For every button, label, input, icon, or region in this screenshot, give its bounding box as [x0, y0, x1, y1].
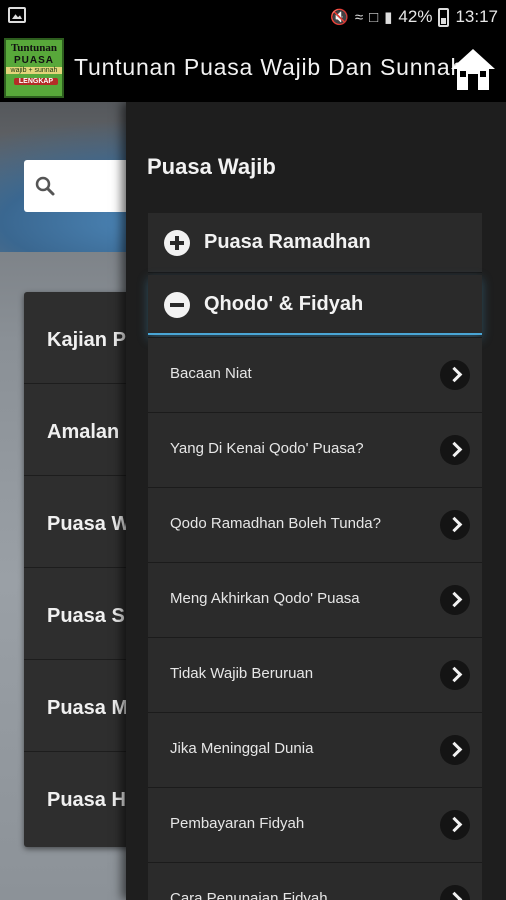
drawer-title: Puasa Wajib	[147, 154, 276, 179]
clock: 13:17	[455, 7, 498, 26]
group-label: Puasa Ramadhan	[204, 231, 371, 253]
chevron-right-icon	[440, 660, 470, 690]
list-item[interactable]: Meng Akhirkan Qodo' Puasa	[148, 562, 482, 637]
status-bar: 🔇 ≈ □ ▮ 42% 13:17	[0, 0, 506, 34]
list-item[interactable]: Tidak Wajib Beruruan	[148, 637, 482, 712]
group-puasa-ramadhan[interactable]: Puasa Ramadhan	[148, 213, 482, 273]
home-icon	[451, 49, 495, 90]
battery-icon	[438, 7, 450, 27]
list-item-label: Bacaan Niat	[170, 365, 252, 382]
list-item-label: Cara Penunaian Fidyah	[170, 890, 328, 900]
chevron-right-icon	[440, 510, 470, 540]
logo-line-2: PUASA	[13, 55, 54, 66]
list-item[interactable]: Qodo Ramadhan Boleh Tunda?	[148, 487, 482, 562]
home-button[interactable]	[448, 44, 498, 94]
chevron-right-icon	[440, 810, 470, 840]
main-menu-label: Amalan	[47, 421, 120, 443]
main-menu-label: Puasa W	[47, 513, 131, 535]
chevron-right-icon	[440, 360, 470, 390]
search-icon	[35, 176, 55, 196]
chevron-right-icon	[440, 885, 470, 900]
main-menu-label: Puasa H	[47, 789, 126, 811]
app-bar: Tuntunan PUASA wajib + sunnah LENGKAP Tu…	[0, 34, 506, 102]
group-qhodo-fidyah[interactable]: Qhodo' & Fidyah	[148, 275, 482, 335]
logo-line-3: wajib + sunnah	[6, 67, 62, 74]
navigation-drawer: Puasa Wajib Puasa Ramadhan Qhodo' & Fidy…	[126, 102, 506, 900]
main-menu-label: Puasa M	[47, 697, 129, 719]
wifi-icon: ≈	[354, 8, 364, 26]
list-item[interactable]: Bacaan Niat	[148, 337, 482, 412]
signal-icon: ▮	[384, 9, 393, 26]
accordion: Puasa Ramadhan Qhodo' & Fidyah Bacaan Ni…	[148, 213, 482, 900]
list-item-label: Jika Meninggal Dunia	[170, 740, 314, 757]
list-item-label: Yang Di Kenai Qodo' Puasa?	[170, 440, 364, 457]
chevron-right-icon	[440, 735, 470, 765]
list-item[interactable]: Jika Meninggal Dunia	[148, 712, 482, 787]
main-menu-label: Puasa S	[47, 605, 125, 627]
list-item-label: Meng Akhirkan Qodo' Puasa	[170, 590, 360, 607]
chevron-right-icon	[440, 435, 470, 465]
mute-icon: 🔇	[330, 9, 349, 26]
chevron-right-icon	[440, 585, 470, 615]
logo-line-1: Tuntunan	[10, 42, 58, 54]
app-logo: Tuntunan PUASA wajib + sunnah LENGKAP	[4, 38, 64, 98]
screen: 🔇 ≈ □ ▮ 42% 13:17 Tuntunan PUASA wajib +…	[0, 0, 506, 900]
image-notification-icon	[8, 7, 26, 23]
sim-icon: □	[369, 8, 379, 26]
list-item-label: Tidak Wajib Beruruan	[170, 665, 314, 682]
status-indicators: 🔇 ≈ □ ▮ 42% 13:17	[330, 5, 498, 29]
list-item-label: Pembayaran Fidyah	[170, 815, 305, 832]
list-item[interactable]: Pembayaran Fidyah	[148, 787, 482, 862]
list-item-label: Qodo Ramadhan Boleh Tunda?	[170, 515, 381, 532]
minus-circle-icon	[164, 292, 190, 318]
battery-percent: 42%	[398, 7, 433, 26]
plus-circle-icon	[164, 230, 190, 256]
list-item[interactable]: Yang Di Kenai Qodo' Puasa?	[148, 412, 482, 487]
app-title: Tuntunan Puasa Wajib Dan Sunnah	[74, 54, 465, 80]
list-item[interactable]: Cara Penunaian Fidyah	[148, 862, 482, 900]
logo-line-4: LENGKAP	[14, 78, 58, 85]
group-label: Qhodo' & Fidyah	[204, 293, 364, 315]
main-menu-label: Kajian P	[47, 329, 126, 351]
